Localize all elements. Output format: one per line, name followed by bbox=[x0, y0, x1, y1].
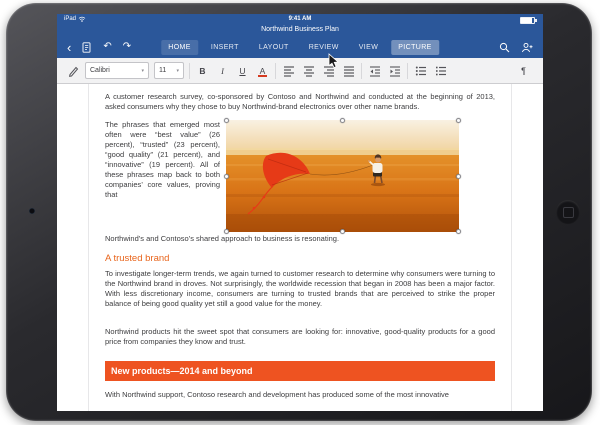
back-icon: ‹ bbox=[67, 42, 71, 53]
empty-paragraph[interactable] bbox=[105, 317, 495, 327]
bullet-list-icon bbox=[415, 65, 427, 77]
search-icon bbox=[499, 42, 510, 53]
status-bar: iPad 9:41 AM bbox=[57, 14, 543, 25]
home-button-square-icon bbox=[563, 207, 574, 218]
align-right-icon bbox=[323, 65, 335, 77]
numbered-list-icon bbox=[435, 65, 447, 77]
format-pen-button[interactable] bbox=[65, 62, 80, 79]
chevron-down-icon: ▾ bbox=[141, 68, 144, 74]
file-icon bbox=[82, 42, 92, 53]
battery-icon bbox=[520, 17, 535, 24]
resize-handle-bottom-middle[interactable] bbox=[340, 229, 345, 234]
text-image-row: The phrases that emerged most often were… bbox=[105, 120, 495, 232]
document-canvas[interactable]: A customer research survey, co-sponsored… bbox=[57, 84, 543, 411]
resize-handle-top-left[interactable] bbox=[224, 118, 229, 123]
file-button[interactable] bbox=[82, 42, 92, 53]
font-name-select[interactable]: Calibri ▾ bbox=[85, 62, 149, 79]
indent-icon bbox=[389, 65, 401, 77]
resize-handle-bottom-right[interactable] bbox=[456, 229, 461, 234]
resize-handle-middle-right[interactable] bbox=[456, 174, 461, 179]
font-color-letter: A bbox=[260, 66, 266, 76]
align-left-button[interactable] bbox=[281, 62, 296, 79]
ribbon-toolbar: Calibri ▾ 11 ▾ B I U A bbox=[57, 58, 543, 84]
document-title: Northwind Business Plan bbox=[57, 26, 543, 33]
font-color-swatch bbox=[258, 75, 267, 77]
tab-picture[interactable]: PICTURE bbox=[391, 40, 439, 55]
ipad-device: iPad 9:41 AM Northwind Business Plan ‹ bbox=[0, 0, 600, 425]
tab-home[interactable]: HOME bbox=[161, 40, 198, 55]
align-right-button[interactable] bbox=[321, 62, 336, 79]
paragraph[interactable]: Northwind products hit the sweet spot th… bbox=[105, 327, 495, 347]
italic-button[interactable]: I bbox=[215, 62, 230, 79]
tab-insert[interactable]: INSERT bbox=[204, 40, 246, 55]
document-page[interactable]: A customer research survey, co-sponsored… bbox=[88, 84, 512, 411]
tab-view[interactable]: VIEW bbox=[352, 40, 386, 55]
kite-field-photo bbox=[226, 120, 459, 232]
bullet-list-button[interactable] bbox=[413, 62, 428, 79]
underline-button[interactable]: U bbox=[235, 62, 250, 79]
banner-heading[interactable]: New products—2014 and beyond bbox=[105, 361, 495, 381]
separator bbox=[361, 63, 362, 79]
outdent-button[interactable] bbox=[367, 62, 382, 79]
font-name-value: Calibri bbox=[90, 67, 110, 74]
paragraph[interactable]: With Northwind support, Contoso research… bbox=[105, 390, 495, 400]
resize-handle-top-middle[interactable] bbox=[340, 118, 345, 123]
indent-button[interactable] bbox=[387, 62, 402, 79]
justify-button[interactable] bbox=[341, 62, 356, 79]
tab-review[interactable]: REVIEW bbox=[302, 40, 346, 55]
search-button[interactable] bbox=[499, 42, 510, 53]
redo-button[interactable]: ↷ bbox=[123, 42, 131, 52]
app-header: iPad 9:41 AM Northwind Business Plan ‹ bbox=[57, 14, 543, 58]
header-left-icons: ‹ ↶ ↷ bbox=[67, 36, 131, 58]
resize-handle-middle-left[interactable] bbox=[224, 174, 229, 179]
selected-image[interactable] bbox=[226, 120, 459, 232]
paragraph[interactable]: A customer research survey, co-sponsored… bbox=[105, 92, 495, 112]
tab-layout[interactable]: LAYOUT bbox=[252, 40, 296, 55]
section-heading[interactable]: A trusted brand bbox=[105, 254, 495, 264]
front-camera bbox=[29, 208, 35, 214]
numbered-list-button[interactable] bbox=[433, 62, 448, 79]
clock: 9:41 AM bbox=[57, 16, 543, 22]
tab-bar: ‹ ↶ ↷ HOME INSERT LAYOUT REVIEW V bbox=[57, 36, 543, 58]
bold-button[interactable]: B bbox=[195, 62, 210, 79]
document-content: A customer research survey, co-sponsored… bbox=[89, 84, 511, 400]
header-right-icons bbox=[499, 36, 533, 58]
separator bbox=[275, 63, 276, 79]
paragraph[interactable]: To investigate longer-term trends, we ag… bbox=[105, 269, 495, 309]
align-center-button[interactable] bbox=[301, 62, 316, 79]
align-center-icon bbox=[303, 65, 315, 77]
font-size-select[interactable]: 11 ▾ bbox=[154, 62, 184, 79]
font-size-value: 11 bbox=[159, 67, 166, 74]
separator bbox=[407, 63, 408, 79]
back-button[interactable]: ‹ bbox=[67, 42, 71, 53]
add-person-icon bbox=[521, 42, 533, 53]
resize-handle-top-right[interactable] bbox=[456, 118, 461, 123]
ribbon-tabs: HOME INSERT LAYOUT REVIEW VIEW PICTURE bbox=[161, 36, 439, 58]
paragraph[interactable]: The phrases that emerged most often were… bbox=[105, 120, 220, 200]
resize-handle-bottom-left[interactable] bbox=[224, 229, 229, 234]
separator bbox=[189, 63, 190, 79]
format-pen-icon bbox=[67, 65, 79, 77]
align-left-icon bbox=[283, 65, 295, 77]
pilcrow-button[interactable]: ¶ bbox=[516, 62, 531, 79]
undo-icon: ↶ bbox=[103, 42, 111, 52]
chevron-down-icon: ▾ bbox=[176, 68, 179, 74]
outdent-icon bbox=[369, 65, 381, 77]
justify-icon bbox=[343, 65, 355, 77]
redo-icon: ↷ bbox=[123, 42, 131, 52]
share-button[interactable] bbox=[521, 42, 533, 53]
paragraph[interactable]: Northwind’s and Contoso’s shared approac… bbox=[105, 234, 495, 244]
home-button[interactable] bbox=[556, 200, 580, 224]
font-color-button[interactable]: A bbox=[255, 62, 270, 79]
undo-button[interactable]: ↶ bbox=[103, 42, 111, 52]
screen: iPad 9:41 AM Northwind Business Plan ‹ bbox=[57, 14, 543, 411]
